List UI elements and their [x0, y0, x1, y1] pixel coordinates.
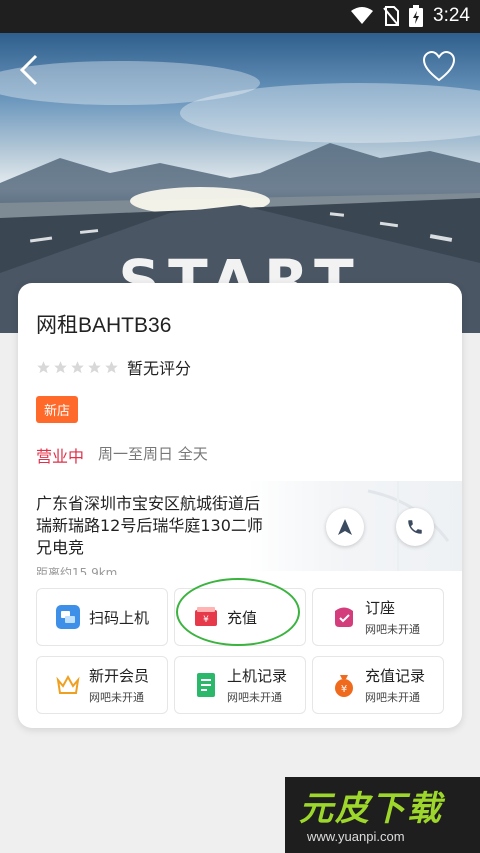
action-sublabel: 网吧未开通 — [365, 691, 420, 704]
action-sublabel: 网吧未开通 — [365, 623, 420, 636]
login-record-button[interactable]: 上机记录 网吧未开通 — [174, 656, 306, 714]
svg-text:¥: ¥ — [203, 615, 209, 625]
action-label: 上机记录 — [227, 667, 288, 685]
back-arrow-icon — [19, 54, 38, 86]
recharge-record-button[interactable]: ¥ 充值记录 网吧未开通 — [312, 656, 444, 714]
star-icon — [105, 360, 118, 373]
crown-icon — [56, 674, 80, 694]
star-icon — [71, 360, 84, 373]
star-icon — [37, 360, 50, 373]
svg-text:¥: ¥ — [341, 684, 347, 695]
recharge-button[interactable]: ¥ 充值 — [174, 588, 306, 646]
phone-icon — [408, 520, 422, 534]
favorite-button[interactable] — [422, 50, 462, 90]
shop-distance: 距离约15.9km — [36, 567, 118, 575]
watermark: 元皮下载 www.yuanpi.com — [285, 777, 480, 853]
no-sim-icon — [383, 6, 400, 26]
wallet-icon: ¥ — [195, 607, 217, 626]
seat-icon — [335, 607, 353, 627]
wifi-icon — [351, 7, 374, 24]
business-hours: 周一至周日 全天 — [98, 445, 208, 463]
back-button[interactable] — [12, 50, 52, 90]
navigate-button[interactable] — [326, 508, 364, 546]
star-icon — [88, 360, 101, 373]
reserve-seat-button[interactable]: 订座 网吧未开通 — [312, 588, 444, 646]
rating-text: 暂无评分 — [127, 359, 192, 378]
action-label: 充值记录 — [365, 667, 426, 685]
record-icon — [197, 673, 215, 697]
action-label: 订座 — [365, 599, 396, 617]
battery-icon — [409, 5, 424, 27]
action-sublabel: 网吧未开通 — [89, 691, 144, 704]
watermark-logo-text: 元皮下载 — [299, 789, 443, 829]
business-status: 营业中 — [36, 447, 85, 466]
watermark-url: www.yuanpi.com — [307, 829, 405, 844]
money-bag-icon: ¥ — [335, 675, 353, 697]
heart-icon — [422, 50, 456, 82]
shop-name: 网租BAHTB36 — [36, 314, 172, 337]
shop-address: 广东省深圳市宝安区航城街道后瑞新瑞路12号后瑞华庭130二师兄电竞 — [36, 494, 263, 557]
new-member-button[interactable]: 新开会员 网吧未开通 — [36, 656, 168, 714]
status-time: 3:24 — [433, 5, 470, 26]
status-bar: 3:24 — [0, 0, 480, 33]
scan-icon — [56, 605, 80, 629]
new-shop-badge: 新店 — [36, 396, 79, 423]
action-label: 充值 — [227, 608, 258, 627]
action-sublabel: 网吧未开通 — [227, 691, 282, 704]
navigation-arrow-icon — [338, 519, 352, 535]
star-icon — [54, 360, 67, 373]
scan-login-button[interactable]: 扫码上机 — [36, 588, 168, 646]
rating: 暂无评分 — [36, 355, 191, 379]
action-label: 新开会员 — [89, 667, 150, 685]
action-label: 扫码上机 — [89, 608, 150, 627]
call-button[interactable] — [396, 508, 434, 546]
